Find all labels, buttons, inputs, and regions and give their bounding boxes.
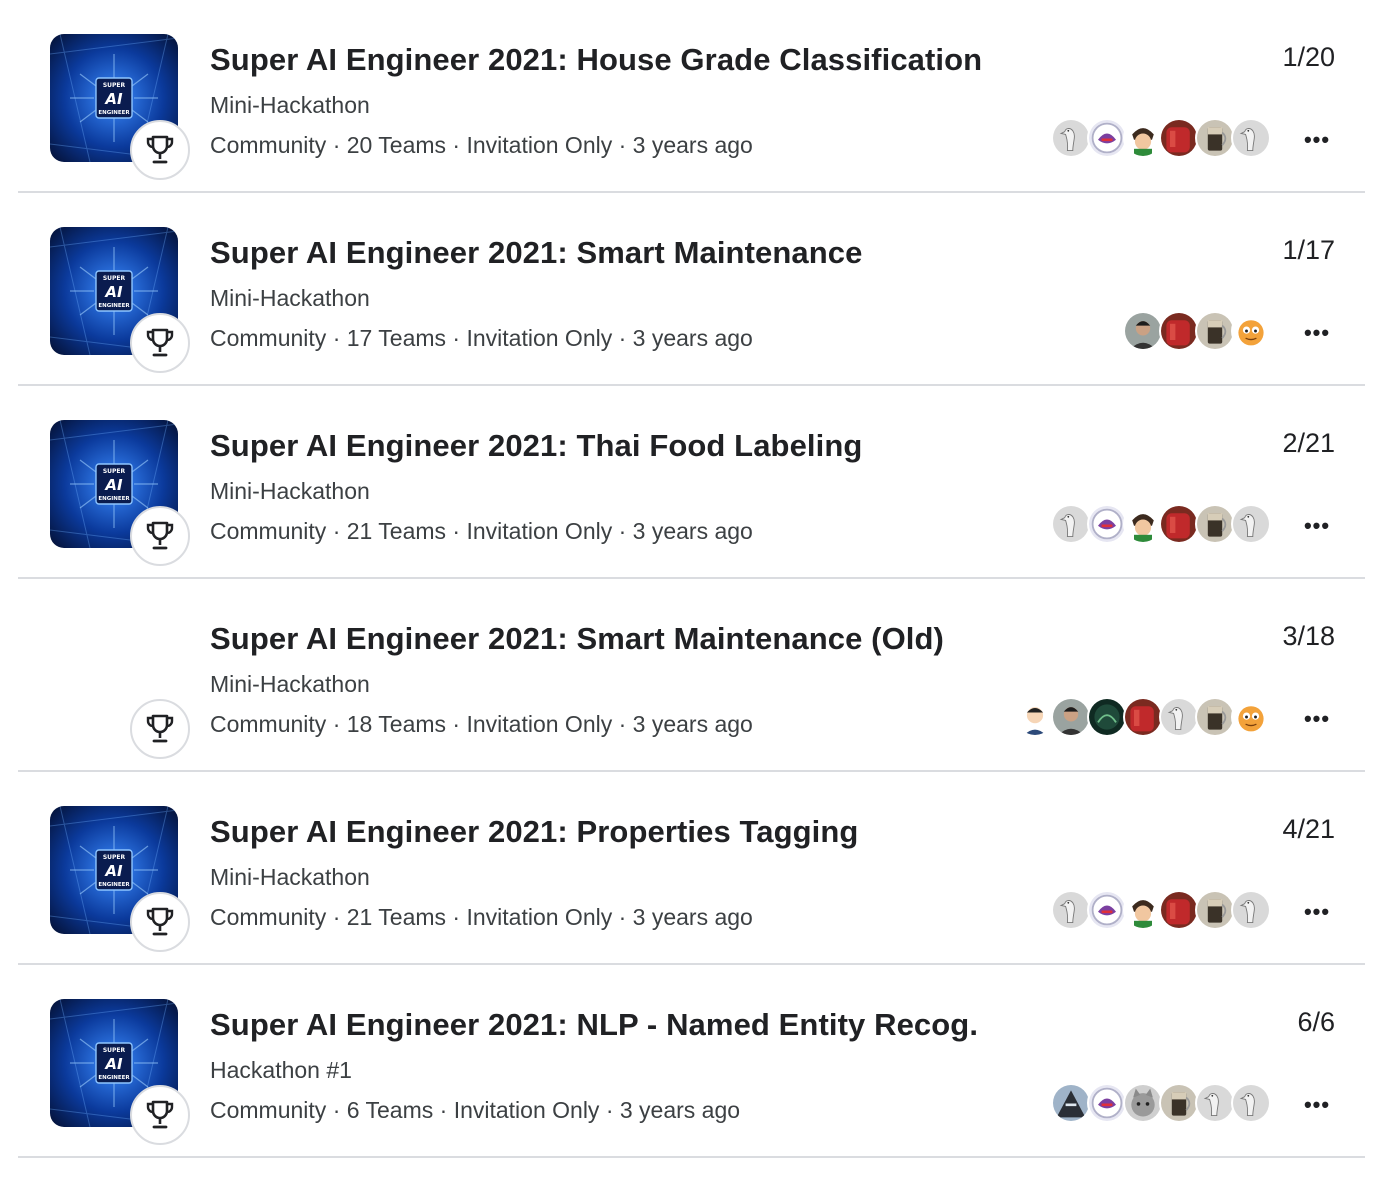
avatar-glass-mug[interactable] [1195,311,1235,351]
avatar-glass-mug[interactable] [1195,697,1235,737]
team-avatars [1015,697,1271,737]
competition-title[interactable]: Super AI Engineer 2021: Smart Maintenanc… [210,621,944,657]
more-options-icon[interactable]: ••• [1299,894,1335,930]
more-options-icon[interactable]: ••• [1299,508,1335,544]
trophy-icon [130,892,190,952]
team-avatars [1051,890,1271,930]
avatar-red-pot[interactable] [1159,118,1199,158]
competition-row[interactable]: SUPER AI ENGINEER Super AI Engineer 2021: … [18,965,1365,1158]
competition-title[interactable]: Super AI Engineer 2021: Properties Taggi… [210,814,858,850]
avatar-goose[interactable] [1195,1083,1235,1123]
avatar-glass-mug[interactable] [1195,504,1235,544]
team-rank: 6/6 [1297,1007,1335,1037]
more-options-icon[interactable]: ••• [1299,701,1335,737]
svg-text:SUPER: SUPER [103,275,126,282]
team-rank: 3/18 [1282,621,1335,651]
svg-text:ENGINEER: ENGINEER [98,110,130,116]
svg-text:SUPER: SUPER [103,82,126,89]
competition-subtitle: Hackathon #1 [210,1057,352,1083]
team-avatars [1051,504,1271,544]
competition-meta: Community · 21 Teams · Invitation Only ·… [210,518,753,544]
more-options-icon[interactable]: ••• [1299,1087,1335,1123]
team-avatars [1123,311,1271,351]
competition-subtitle: Mini-Hackathon [210,92,370,118]
avatar-dark-green[interactable] [1087,697,1127,737]
avatar-cartoon-boy[interactable] [1123,118,1163,158]
avatar-person-photo[interactable] [1123,311,1163,351]
avatar-grey-kitten[interactable] [1123,1083,1163,1123]
team-rank: 1/20 [1282,42,1335,72]
avatar-anime-bird[interactable] [1087,1083,1127,1123]
team-rank: 4/21 [1282,814,1335,844]
avatar-red-pot[interactable] [1159,504,1199,544]
competition-title[interactable]: Super AI Engineer 2021: Thai Food Labeli… [210,428,862,464]
competition-meta: Community · 17 Teams · Invitation Only ·… [210,325,753,351]
avatar-goose[interactable] [1231,890,1271,930]
avatar-goose[interactable] [1159,697,1199,737]
competition-subtitle: Mini-Hackathon [210,671,370,697]
avatar-goose[interactable] [1231,504,1271,544]
svg-text:AI: AI [104,862,123,880]
competition-row[interactable]: SUPER AI ENGINEER Super AI Engineer 2021: … [18,0,1365,193]
avatar-glass-mug[interactable] [1195,118,1235,158]
trophy-icon [130,506,190,566]
svg-text:SUPER: SUPER [103,468,126,475]
competition-meta: Community · 20 Teams · Invitation Only ·… [210,132,753,158]
competition-row[interactable]: SUPER AI ENGINEER Super AI Engineer 2021: … [18,772,1365,965]
avatar-anime-bird[interactable] [1087,118,1127,158]
team-avatars [1051,118,1271,158]
trophy-icon [130,313,190,373]
avatar-goose[interactable] [1051,890,1091,930]
avatar-anime-bird[interactable] [1087,504,1127,544]
avatar-cartoon-boy[interactable] [1123,504,1163,544]
avatar-dark-figure[interactable] [1051,1083,1091,1123]
competition-row[interactable]: Super AI Engineer 2021: Smart Maintenanc… [18,579,1365,772]
svg-text:AI: AI [104,1055,123,1073]
avatar-cartoon-boy[interactable] [1123,890,1163,930]
svg-text:AI: AI [104,283,123,301]
competition-meta: Community · 6 Teams · Invitation Only · … [210,1097,741,1123]
competition-title[interactable]: Super AI Engineer 2021: House Grade Clas… [210,42,982,78]
svg-text:SUPER: SUPER [103,854,126,861]
trophy-icon [130,120,190,180]
avatar-goose[interactable] [1231,118,1271,158]
svg-text:ENGINEER: ENGINEER [98,496,130,502]
competition-subtitle: Mini-Hackathon [210,478,370,504]
svg-text:AI: AI [104,476,123,494]
competition-title[interactable]: Super AI Engineer 2021: Smart Maintenanc… [210,235,862,271]
avatar-anime-bird[interactable] [1087,890,1127,930]
competition-meta: Community · 18 Teams · Invitation Only ·… [210,711,753,737]
avatar-red-pot[interactable] [1159,890,1199,930]
competition-list: SUPER AI ENGINEER Super AI Engineer 2021: … [0,0,1390,1158]
competition-meta: Community · 21 Teams · Invitation Only ·… [210,904,753,930]
avatar-red-pot[interactable] [1159,311,1199,351]
competition-title[interactable]: Super AI Engineer 2021: NLP - Named Enti… [210,1007,978,1043]
avatar-orange-cat[interactable] [1231,697,1271,737]
competition-subtitle: Mini-Hackathon [210,864,370,890]
avatar-goose[interactable] [1051,118,1091,158]
svg-text:AI: AI [104,90,123,108]
svg-text:SUPER: SUPER [103,1047,126,1054]
more-options-icon[interactable]: ••• [1299,315,1335,351]
team-avatars [1051,1083,1271,1123]
svg-text:ENGINEER: ENGINEER [98,303,130,309]
trophy-icon [130,699,190,759]
more-options-icon[interactable]: ••• [1299,122,1335,158]
competition-subtitle: Mini-Hackathon [210,285,370,311]
competition-row[interactable]: SUPER AI ENGINEER Super AI Engineer 2021: … [18,386,1365,579]
avatar-red-pot[interactable] [1123,697,1163,737]
avatar-glass-mug[interactable] [1195,890,1235,930]
team-rank: 1/17 [1282,235,1335,265]
svg-text:ENGINEER: ENGINEER [98,1075,130,1081]
avatar-cartoon-man[interactable] [1015,697,1055,737]
avatar-glass-mug[interactable] [1159,1083,1199,1123]
team-rank: 2/21 [1282,428,1335,458]
avatar-goose[interactable] [1051,504,1091,544]
avatar-person-photo[interactable] [1051,697,1091,737]
svg-text:ENGINEER: ENGINEER [98,882,130,888]
competition-row[interactable]: SUPER AI ENGINEER Super AI Engineer 2021: … [18,193,1365,386]
trophy-icon [130,1085,190,1145]
avatar-orange-cat[interactable] [1231,311,1271,351]
avatar-goose[interactable] [1231,1083,1271,1123]
